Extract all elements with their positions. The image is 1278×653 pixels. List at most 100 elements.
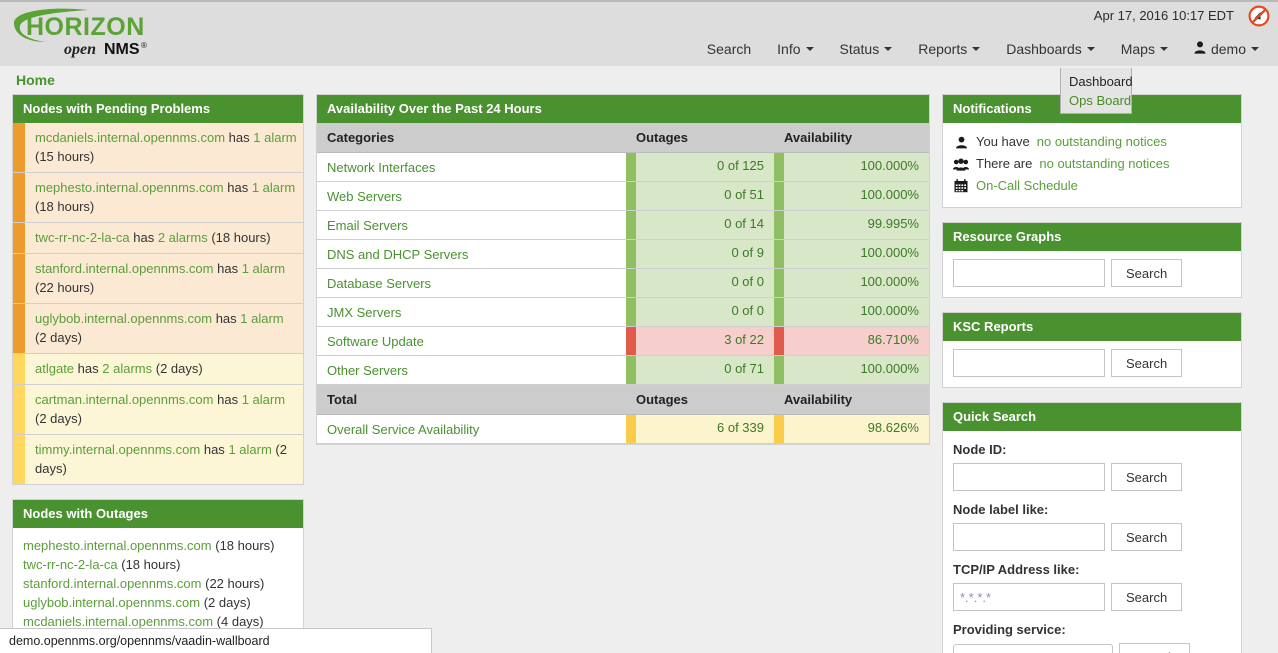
alarm-count-link[interactable]: 2 alarms: [158, 230, 208, 245]
age-label: (4 days): [216, 614, 264, 629]
table-row[interactable]: mephesto.internal.opennms.com has 1 alar…: [13, 173, 303, 223]
age-label: (18 hours): [121, 557, 181, 572]
age-label: (2 days): [35, 411, 82, 426]
severity-indicator-minor: [13, 173, 25, 222]
panel-pending-problems: Nodes with Pending Problems mcdaniels.in…: [12, 94, 304, 485]
list-item[interactable]: twc-rr-nc-2-la-ca (18 hours): [23, 555, 293, 574]
nav-label-search: Search: [706, 41, 752, 57]
category-cell[interactable]: Software Update: [317, 326, 626, 356]
table-row[interactable]: DNS and DHCP Servers 0 of 9 100.000%: [317, 239, 929, 269]
node-link[interactable]: uglybob.internal.opennms.com: [35, 311, 212, 326]
category-cell[interactable]: Email Servers: [317, 210, 626, 240]
alarm-count-link[interactable]: 1 alarm: [242, 261, 285, 276]
notification-prefix: There are: [976, 156, 1033, 171]
user-icon-svg: [1194, 41, 1206, 54]
nav-item-search[interactable]: Search: [694, 36, 764, 62]
nav-item-maps[interactable]: Maps: [1108, 36, 1181, 62]
table-row[interactable]: Web Servers 0 of 51 100.000%: [317, 181, 929, 211]
category-cell[interactable]: JMX Servers: [317, 297, 626, 327]
category-cell[interactable]: Network Interfaces: [317, 152, 626, 182]
table-row[interactable]: timmy.internal.opennms.com has 1 alarm (…: [13, 435, 303, 484]
table-row[interactable]: Other Servers 0 of 71 100.000%: [317, 355, 929, 385]
table-row[interactable]: Network Interfaces 0 of 125 100.000%: [317, 152, 929, 182]
category-cell[interactable]: DNS and DHCP Servers: [317, 239, 626, 269]
nav-item-dashboards[interactable]: Dashboards: [993, 36, 1108, 62]
table-row[interactable]: twc-rr-nc-2-la-ca has 2 alarms (18 hours…: [13, 223, 303, 254]
outages-value: 0 of 51: [636, 182, 774, 210]
outages-cell: 0 of 0: [626, 268, 774, 298]
outages-value: 0 of 0: [636, 269, 774, 297]
ksc-reports-search-button[interactable]: Search: [1111, 349, 1183, 377]
category-cell[interactable]: Web Servers: [317, 181, 626, 211]
notification-link[interactable]: no outstanding notices: [1037, 132, 1167, 152]
nav-item-reports[interactable]: Reports: [905, 36, 993, 62]
node-link[interactable]: twc-rr-nc-2-la-ca: [23, 557, 118, 572]
tcpip-search-button[interactable]: Search: [1111, 583, 1183, 611]
alarm-count-link[interactable]: 1 alarm: [240, 311, 283, 326]
overall-availability-label[interactable]: Overall Service Availability: [317, 414, 626, 444]
list-item[interactable]: mephesto.internal.opennms.com (18 hours): [23, 536, 293, 555]
outages-cell: 0 of 71: [626, 355, 774, 385]
alarm-count-link[interactable]: 2 alarms: [102, 361, 152, 376]
resource-graphs-search-button[interactable]: Search: [1111, 259, 1183, 287]
node-label-search-button[interactable]: Search: [1111, 523, 1183, 551]
table-row[interactable]: Software Update 3 of 22 86.710%: [317, 326, 929, 356]
alarm-count-link[interactable]: 1 alarm: [252, 180, 295, 195]
node-link[interactable]: mcdaniels.internal.opennms.com: [23, 614, 213, 629]
on-call-schedule-link[interactable]: On-Call Schedule: [976, 176, 1078, 196]
node-link[interactable]: stanford.internal.opennms.com: [23, 576, 201, 591]
list-item[interactable]: stanford.internal.opennms.com (22 hours): [23, 574, 293, 593]
nav-item-info[interactable]: Info: [764, 36, 826, 62]
table-row[interactable]: Email Servers 0 of 14 99.995%: [317, 210, 929, 240]
table-row[interactable]: uglybob.internal.opennms.com has 1 alarm…: [13, 304, 303, 354]
pending-problem-text: uglybob.internal.opennms.com has 1 alarm…: [25, 304, 303, 353]
nav-item-user-menu[interactable]: demo: [1181, 36, 1272, 62]
chevron-down-icon: [1159, 47, 1168, 51]
providing-service-select[interactable]: Amazon: [953, 644, 1113, 653]
tcpip-address-input[interactable]: [953, 583, 1105, 611]
table-row[interactable]: atlgate has 2 alarms (2 days): [13, 354, 303, 385]
node-link[interactable]: atlgate: [35, 361, 74, 376]
notices-disabled-svg: [1248, 5, 1270, 27]
node-id-input[interactable]: [953, 463, 1105, 491]
notification-link[interactable]: no outstanding notices: [1039, 154, 1169, 174]
tcpip-search-row: Search: [953, 583, 1231, 611]
alarm-count-link[interactable]: 1 alarm: [228, 442, 271, 457]
node-id-search-button[interactable]: Search: [1111, 463, 1183, 491]
providing-service-search-button[interactable]: Search: [1119, 643, 1191, 653]
node-link[interactable]: uglybob.internal.opennms.com: [23, 595, 200, 610]
table-row[interactable]: Database Servers 0 of 0 100.000%: [317, 268, 929, 298]
category-cell[interactable]: Other Servers: [317, 355, 626, 385]
nav-label-reports: Reports: [918, 41, 968, 57]
calendar-icon: [953, 179, 969, 193]
table-row[interactable]: JMX Servers 0 of 0 100.000%: [317, 297, 929, 327]
node-link[interactable]: timmy.internal.opennms.com: [35, 442, 200, 457]
node-label-input[interactable]: [953, 523, 1105, 551]
table-row[interactable]: cartman.internal.opennms.com has 1 alarm…: [13, 385, 303, 435]
calendar-icon-svg: [954, 179, 968, 193]
notices-disabled-icon[interactable]: [1248, 5, 1270, 27]
outages-value: 0 of 0: [636, 298, 774, 326]
list-item[interactable]: uglybob.internal.opennms.com (2 days): [23, 593, 293, 612]
node-link[interactable]: mephesto.internal.opennms.com: [23, 538, 212, 553]
table-row[interactable]: mcdaniels.internal.opennms.com has 1 ala…: [13, 123, 303, 173]
category-cell[interactable]: Database Servers: [317, 268, 626, 298]
node-link[interactable]: twc-rr-nc-2-la-ca: [35, 230, 130, 245]
nav-label-status: Status: [839, 41, 880, 57]
table-row[interactable]: stanford.internal.opennms.com has 1 alar…: [13, 254, 303, 304]
dropdown-item-dashboard[interactable]: Dashboard: [1061, 72, 1133, 91]
breadcrumb-item-home[interactable]: Home: [16, 72, 55, 88]
node-link[interactable]: stanford.internal.opennms.com: [35, 261, 213, 276]
ksc-reports-search-input[interactable]: [953, 349, 1105, 377]
availability-cell: 86.710%: [774, 326, 929, 356]
total-row[interactable]: Overall Service Availability 6 of 339 98…: [317, 414, 929, 444]
opennms-horizon-logo[interactable]: HORIZON open NMS ®: [10, 7, 160, 59]
alarm-count-link[interactable]: 1 alarm: [253, 130, 296, 145]
resource-graphs-search-input[interactable]: [953, 259, 1105, 287]
node-link[interactable]: mcdaniels.internal.opennms.com: [35, 130, 225, 145]
nav-item-status[interactable]: Status: [827, 36, 906, 62]
node-link[interactable]: cartman.internal.opennms.com: [35, 392, 213, 407]
alarm-count-link[interactable]: 1 alarm: [242, 392, 285, 407]
dropdown-item-ops-board[interactable]: Ops Board: [1061, 91, 1131, 110]
node-link[interactable]: mephesto.internal.opennms.com: [35, 180, 224, 195]
